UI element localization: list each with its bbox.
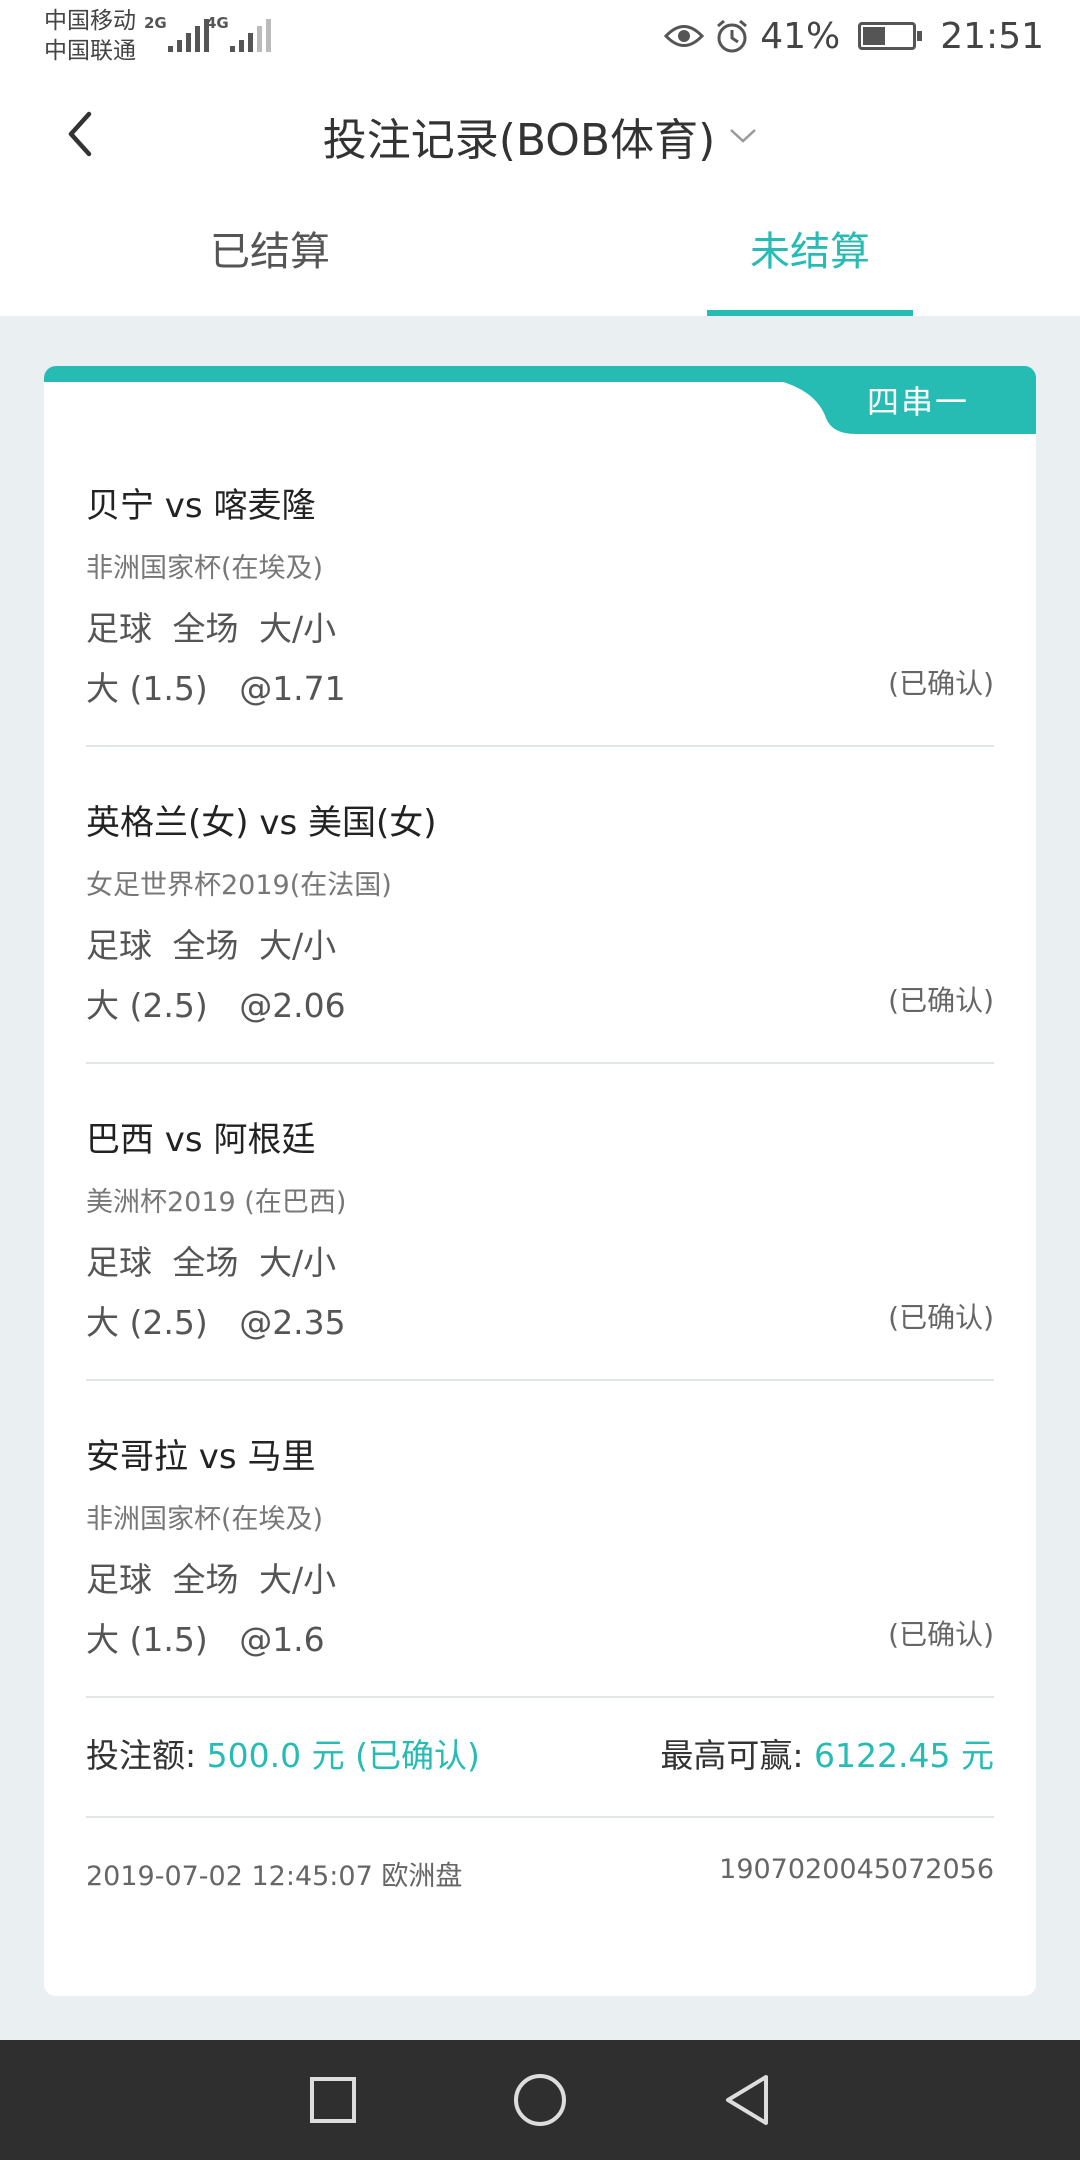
leg-league: 非洲国家杯(在埃及): [86, 553, 324, 584]
clock: 21:51: [940, 15, 1044, 57]
tab-bar: 已结算 未结算: [0, 202, 1080, 316]
alarm-icon: [717, 19, 748, 53]
leg-pick-odds: 大 (1.5) @1.6: [86, 1620, 325, 1659]
leg-bet-type: 足球 全场 大/小: [86, 1560, 337, 1599]
eye-icon: [664, 25, 705, 47]
leg-league: 非洲国家杯(在埃及): [86, 1504, 324, 1535]
network-type-2: 4G: [206, 14, 229, 32]
leg-match: 巴西 vs 阿根廷: [86, 1120, 316, 1160]
stake: 投注额: 500.0 元 (已确认): [86, 1729, 480, 1777]
status-right: 41% 21:51: [664, 10, 1044, 62]
leg-status: (已确认): [888, 1618, 994, 1651]
leg-bet-type: 足球 全场 大/小: [86, 609, 337, 648]
content-area: 四串一 贝宁 vs 喀麦隆 非洲国家杯(在埃及) 足球 全场 大/小 大 (1.…: [0, 316, 1080, 2040]
battery-charging-icon: [858, 22, 923, 50]
signal-2-icon: 4G: [206, 14, 271, 52]
bet-legs: 贝宁 vs 喀麦隆 非洲国家杯(在埃及) 足球 全场 大/小 大 (1.5) @…: [86, 478, 994, 1698]
carrier-1: 中国移动: [44, 8, 136, 34]
leg-status: (已确认): [888, 667, 994, 700]
leg-bet-type: 足球 全场 大/小: [86, 1243, 337, 1282]
leg-match: 英格兰(女) vs 美国(女): [86, 803, 437, 843]
max-win-value: 6122.45 元: [814, 1736, 994, 1775]
max-win-label: 最高可赢:: [660, 1736, 804, 1775]
triangle-back-icon: [725, 2075, 768, 2125]
leg-pick-odds: 大 (2.5) @2.35: [86, 1303, 346, 1342]
stake-value: 500.0 元 (已确认): [206, 1736, 480, 1775]
divider: [86, 1816, 994, 1818]
title-dropdown[interactable]: 投注记录(BOB体育): [0, 104, 1080, 168]
carrier-2: 中国联通: [44, 38, 136, 64]
leg-pick-odds: 大 (2.5) @2.06: [86, 986, 346, 1025]
recent-apps-button[interactable]: [293, 2060, 373, 2140]
tab-unsettled[interactable]: 未结算: [540, 202, 1080, 316]
app-header: 投注记录(BOB体育): [0, 72, 1080, 202]
tab-settled[interactable]: 已结算: [0, 202, 540, 316]
carrier-names: 中国移动 中国联通: [44, 6, 136, 66]
leg-pick-odds: 大 (1.5) @1.71: [86, 669, 346, 708]
system-nav-bar: [0, 2040, 1080, 2160]
signal-1-icon: 2G: [144, 14, 209, 52]
bet-card[interactable]: 四串一 贝宁 vs 喀麦隆 非洲国家杯(在埃及) 足球 全场 大/小 大 (1.…: [44, 366, 1036, 1996]
bet-leg: 英格兰(女) vs 美国(女) 女足世界杯2019(在法国) 足球 全场 大/小…: [86, 747, 994, 1064]
stake-label: 投注额:: [86, 1736, 197, 1775]
leg-bet-type: 足球 全场 大/小: [86, 926, 337, 965]
max-win: 最高可赢: 6122.45 元: [660, 1729, 994, 1777]
square-icon: [310, 2077, 357, 2123]
battery-percent: 41%: [760, 15, 841, 57]
home-button[interactable]: [500, 2060, 580, 2140]
leg-status: (已确认): [888, 984, 994, 1017]
bet-leg: 巴西 vs 阿根廷 美洲杯2019 (在巴西) 足球 全场 大/小 大 (2.5…: [86, 1064, 994, 1381]
combo-type-label: 四串一: [866, 383, 969, 421]
leg-league: 美洲杯2019 (在巴西): [86, 1187, 347, 1218]
page-title: 投注记录(BOB体育): [322, 115, 716, 166]
circle-icon: [513, 2074, 566, 2126]
leg-match: 安哥拉 vs 马里: [86, 1437, 316, 1477]
leg-match: 贝宁 vs 喀麦隆: [86, 486, 316, 526]
chevron-down-icon: [730, 129, 757, 143]
order-id: 1907020045072056: [719, 1854, 994, 1885]
status-bar: 中国移动 中国联通 2G 4G 41% 21:51: [0, 0, 1080, 72]
system-back-button[interactable]: [707, 2060, 787, 2140]
bet-datetime-odds-type: 2019-07-02 12:45:07 欧洲盘: [86, 1861, 463, 1892]
leg-league: 女足世界杯2019(在法国): [86, 870, 392, 901]
bet-leg: 安哥拉 vs 马里 非洲国家杯(在埃及) 足球 全场 大/小 大 (1.5) @…: [86, 1381, 994, 1698]
network-type-1: 2G: [144, 14, 167, 32]
bet-leg: 贝宁 vs 喀麦隆 非洲国家杯(在埃及) 足球 全场 大/小 大 (1.5) @…: [86, 478, 994, 747]
leg-status: (已确认): [888, 1301, 994, 1334]
